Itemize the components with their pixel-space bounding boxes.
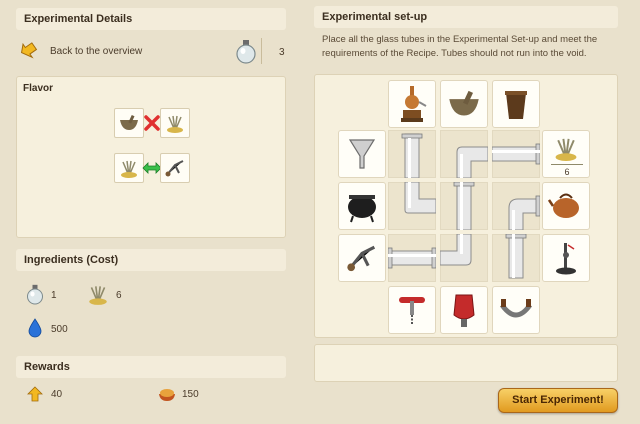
tongs-tile bbox=[160, 153, 190, 183]
tool-bucket bbox=[492, 80, 540, 128]
kettle-icon bbox=[548, 193, 579, 218]
reward-xp-value: 40 bbox=[51, 389, 63, 400]
flavor-title: Flavor bbox=[23, 83, 54, 94]
tool-herbs: 6 bbox=[542, 130, 590, 178]
rewards-title: Rewards bbox=[16, 356, 286, 378]
up-arrow-icon bbox=[27, 386, 43, 402]
bucket-icon bbox=[505, 91, 527, 119]
corkscrew-icon bbox=[399, 297, 425, 325]
water-drop-icon bbox=[28, 318, 42, 338]
experimental-details-title: Experimental Details bbox=[16, 8, 286, 30]
mezzaluna-icon bbox=[499, 299, 533, 318]
herbs-icon bbox=[555, 138, 577, 161]
mortar-tile bbox=[114, 108, 144, 138]
herbs-tile bbox=[114, 153, 144, 183]
ingredient-herbs-value: 6 bbox=[116, 290, 122, 301]
glass-tube[interactable] bbox=[388, 182, 436, 230]
glass-tube[interactable] bbox=[440, 130, 488, 178]
ingredients-title: Ingredients (Cost) bbox=[16, 249, 286, 271]
mortar-icon bbox=[449, 90, 479, 116]
cauldron-icon bbox=[348, 195, 376, 223]
double-arrow-icon bbox=[142, 162, 162, 174]
mortar-icon bbox=[120, 114, 138, 130]
tool-bellows bbox=[440, 286, 488, 334]
ingredient-water-value: 500 bbox=[51, 324, 68, 335]
glass-tube[interactable] bbox=[440, 182, 488, 230]
tool-kettle bbox=[542, 182, 590, 230]
tool-tongs bbox=[338, 234, 386, 282]
glass-tube[interactable] bbox=[388, 130, 436, 178]
herbs-icon bbox=[121, 160, 137, 178]
cross-icon bbox=[144, 115, 160, 131]
divider bbox=[551, 164, 583, 165]
glass-tube[interactable] bbox=[388, 234, 436, 282]
tongs-icon bbox=[165, 160, 184, 177]
start-experiment-button[interactable]: Start Experiment! bbox=[498, 388, 618, 413]
experimental-setup-title: Experimental set-up bbox=[314, 6, 618, 28]
flask-count: 3 bbox=[279, 47, 285, 58]
tool-mortar bbox=[440, 80, 488, 128]
herbs-count: 6 bbox=[564, 167, 570, 177]
reward-food-value: 150 bbox=[182, 389, 199, 400]
stand-icon bbox=[556, 243, 576, 275]
setup-instructions: Place all the glass tubes in the Experim… bbox=[322, 34, 598, 59]
flavor-panel: Flavor bbox=[16, 76, 286, 238]
funnel-icon bbox=[348, 139, 376, 169]
herbs-icon bbox=[89, 286, 107, 305]
back-to-overview-link[interactable]: Back to the overview bbox=[16, 38, 216, 64]
tool-distiller bbox=[388, 80, 436, 128]
back-arrow-icon bbox=[20, 42, 38, 59]
ingredient-flask-value: 1 bbox=[51, 290, 57, 301]
glass-tube[interactable] bbox=[492, 234, 540, 282]
glass-tube[interactable] bbox=[492, 130, 540, 178]
bellows-icon bbox=[453, 294, 475, 327]
tool-corkscrew bbox=[388, 286, 436, 334]
tongs-icon bbox=[347, 245, 376, 272]
distiller-icon bbox=[401, 86, 427, 122]
divider bbox=[261, 38, 262, 64]
back-to-overview-label: Back to the overview bbox=[50, 46, 143, 57]
glass-tube[interactable] bbox=[440, 234, 488, 282]
tool-mezzaluna bbox=[492, 286, 540, 334]
tool-funnel bbox=[338, 130, 386, 178]
tool-cauldron bbox=[338, 182, 386, 230]
flask-icon bbox=[236, 40, 256, 64]
herbs-icon bbox=[167, 115, 183, 133]
flask-icon bbox=[27, 284, 43, 305]
food-bowl-icon bbox=[159, 389, 175, 401]
result-panel bbox=[314, 344, 618, 382]
glass-tube[interactable] bbox=[492, 182, 540, 230]
herbs-tile bbox=[160, 108, 190, 138]
tool-stand bbox=[542, 234, 590, 282]
